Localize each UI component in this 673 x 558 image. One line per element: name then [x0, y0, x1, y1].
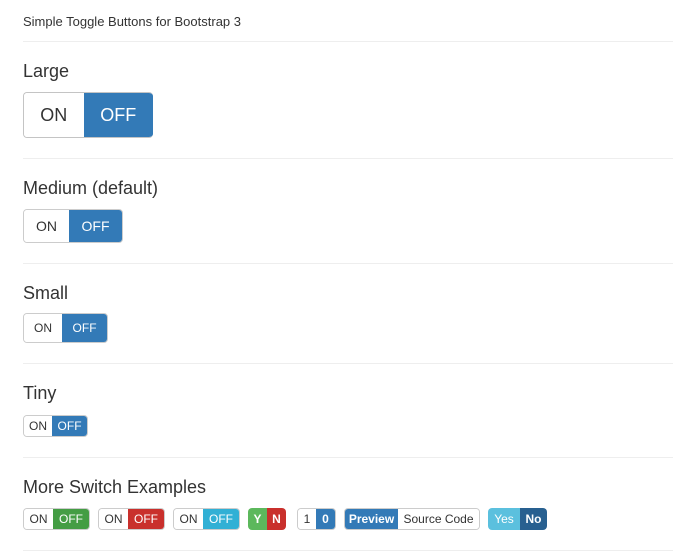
divider [23, 41, 673, 42]
divider [23, 457, 673, 458]
divider [23, 263, 673, 264]
toggle-preview-label[interactable]: Preview [345, 509, 398, 529]
toggle-on-label[interactable]: ON [24, 509, 53, 529]
section-title-small: Small [23, 283, 69, 303]
divider [23, 550, 673, 551]
toggle-small[interactable]: ON OFF [23, 313, 108, 343]
toggle-off-label[interactable]: OFF [52, 416, 87, 436]
toggle-large[interactable]: ON OFF [23, 92, 153, 138]
toggle-danger[interactable]: ON OFF [98, 508, 165, 530]
toggle-off-label[interactable]: 0 [316, 509, 335, 529]
section-title-tiny: Tiny [23, 383, 57, 403]
toggle-off-label[interactable]: OFF [203, 509, 239, 529]
toggle-off-label[interactable]: OFF [83, 93, 153, 137]
toggle-preview-source[interactable]: Preview Source Code [344, 508, 480, 530]
toggle-off-label[interactable]: OFF [69, 210, 122, 242]
divider [23, 363, 673, 364]
section-title-medium: Medium (default) [23, 178, 159, 198]
toggle-off-label[interactable]: OFF [62, 314, 107, 342]
toggle-on-label[interactable]: ON [174, 509, 203, 529]
toggle-on-label[interactable]: ON [24, 93, 84, 137]
toggle-success[interactable]: ON OFF [23, 508, 90, 530]
toggle-on-label[interactable]: Y [248, 508, 267, 530]
toggle-one-zero[interactable]: 1 0 [297, 508, 336, 530]
toggle-yes-no[interactable]: Yes No [488, 508, 547, 530]
toggle-medium[interactable]: ON OFF [23, 209, 123, 243]
toggle-tiny[interactable]: ON OFF [23, 415, 88, 437]
toggle-source-code-label[interactable]: Source Code [398, 509, 479, 529]
toggle-on-label[interactable]: ON [24, 210, 70, 242]
toggle-on-label[interactable]: ON [24, 416, 53, 436]
section-title-large: Large [23, 61, 70, 81]
toggle-yes-no-letters[interactable]: Y N [248, 508, 286, 530]
toggle-on-label[interactable]: Yes [488, 508, 520, 530]
toggle-off-label[interactable]: N [267, 508, 286, 530]
toggle-off-label[interactable]: OFF [128, 509, 164, 529]
section-title-more: More Switch Examples [23, 477, 207, 497]
toggle-on-label[interactable]: 1 [298, 509, 316, 529]
toggle-on-label[interactable]: ON [99, 509, 128, 529]
toggle-info[interactable]: ON OFF [173, 508, 240, 530]
toggle-off-label[interactable]: No [520, 508, 547, 530]
toggle-off-label[interactable]: OFF [53, 509, 89, 529]
page-title: Simple Toggle Buttons for Bootstrap 3 [23, 14, 241, 29]
divider [23, 158, 673, 159]
toggle-on-label[interactable]: ON [24, 314, 63, 342]
